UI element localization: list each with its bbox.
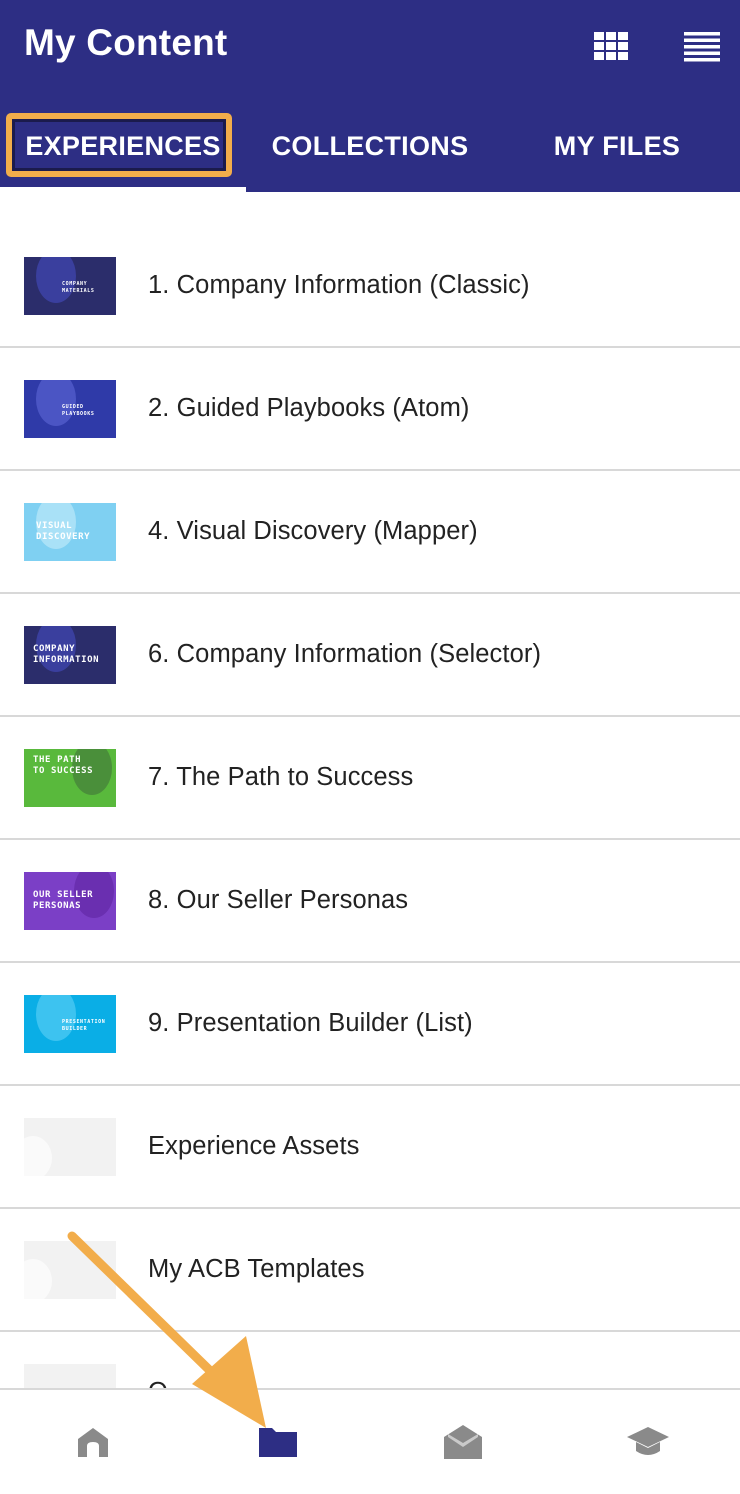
graduation-cap-icon xyxy=(626,1427,669,1455)
list-item-label: 8. Our Seller Personas xyxy=(148,886,409,914)
thumbnail: GUIDED PLAYBOOKS xyxy=(24,380,116,438)
list-item[interactable]: COMPANY MATERIALS 1. Company Information… xyxy=(0,225,740,348)
thumbnail-text: THE PATH TO SUCCESS xyxy=(33,755,94,776)
list-item[interactable]: THE PATH TO SUCCESS 7. The Path to Succe… xyxy=(0,717,740,840)
list-item-label: 9. Presentation Builder (List) xyxy=(148,1009,473,1037)
list-item-label: O xyxy=(148,1332,168,1388)
thumbnail-text: COMPANY INFORMATION xyxy=(33,644,100,665)
page-title: My Content xyxy=(24,22,228,63)
thumbnail-text: VISUAL DISCOVERY xyxy=(36,521,91,542)
thumbnail xyxy=(24,1364,116,1388)
list-item[interactable]: O xyxy=(0,1332,740,1388)
list-item-label: 6. Company Information (Selector) xyxy=(148,640,542,668)
list-item-label: 4. Visual Discovery (Mapper) xyxy=(148,517,478,545)
thumbnail: VISUAL DISCOVERY xyxy=(24,503,116,561)
list-view-icon[interactable] xyxy=(684,32,720,62)
home-icon xyxy=(77,1428,108,1457)
thumbnail-text: OUR SELLER PERSONAS xyxy=(33,890,94,911)
nav-learning[interactable] xyxy=(555,1390,740,1494)
thumbnail-text: PRESENTATION BUILDER xyxy=(62,1019,106,1032)
thumbnail xyxy=(24,1241,116,1299)
thumbnail: COMPANY MATERIALS xyxy=(24,257,116,315)
tab-my-files[interactable]: MY FILES xyxy=(494,100,740,192)
list-item[interactable]: Experience Assets xyxy=(0,1086,740,1209)
thumbnail-text: COMPANY MATERIALS xyxy=(62,281,95,294)
list-item[interactable]: COMPANY INFORMATION 6. Company Informati… xyxy=(0,594,740,717)
thumbnail-text: GUIDED PLAYBOOKS xyxy=(62,404,95,417)
nav-content[interactable] xyxy=(185,1390,370,1494)
nav-messages[interactable] xyxy=(370,1390,555,1494)
thumbnail: OUR SELLER PERSONAS xyxy=(24,872,116,930)
folder-icon xyxy=(258,1428,297,1457)
thumbnail: PRESENTATION BUILDER xyxy=(24,995,116,1053)
list-item-label: 7. The Path to Success xyxy=(148,763,414,791)
thumbnail xyxy=(24,1118,116,1176)
grid-view-icon[interactable] xyxy=(594,32,628,60)
list-item[interactable]: OUR SELLER PERSONAS 8. Our Seller Person… xyxy=(0,840,740,963)
thumbnail: THE PATH TO SUCCESS xyxy=(24,749,116,807)
list-item[interactable]: My ACB Templates xyxy=(0,1209,740,1332)
list-item-label: Experience Assets xyxy=(148,1132,360,1160)
annotation-highlight-inner xyxy=(12,119,226,171)
experience-list: COMPANY MATERIALS 1. Company Information… xyxy=(0,192,740,1388)
tab-label: MY FILES xyxy=(553,130,681,161)
bottom-navigation xyxy=(0,1388,740,1492)
tab-collections[interactable]: COLLECTIONS xyxy=(246,100,494,192)
list-item-label: My ACB Templates xyxy=(148,1255,365,1283)
list-item[interactable]: GUIDED PLAYBOOKS 2. Guided Playbooks (At… xyxy=(0,348,740,471)
tab-label: COLLECTIONS xyxy=(271,130,469,161)
list-item-label: 1. Company Information (Classic) xyxy=(148,271,530,299)
list-item-label: 2. Guided Playbooks (Atom) xyxy=(148,394,470,422)
thumbnail: COMPANY INFORMATION xyxy=(24,626,116,684)
list-item[interactable]: PRESENTATION BUILDER 9. Presentation Bui… xyxy=(0,963,740,1086)
list-item[interactable]: VISUAL DISCOVERY 4. Visual Discovery (Ma… xyxy=(0,471,740,594)
nav-home[interactable] xyxy=(0,1390,185,1494)
open-mail-icon xyxy=(443,1425,482,1459)
